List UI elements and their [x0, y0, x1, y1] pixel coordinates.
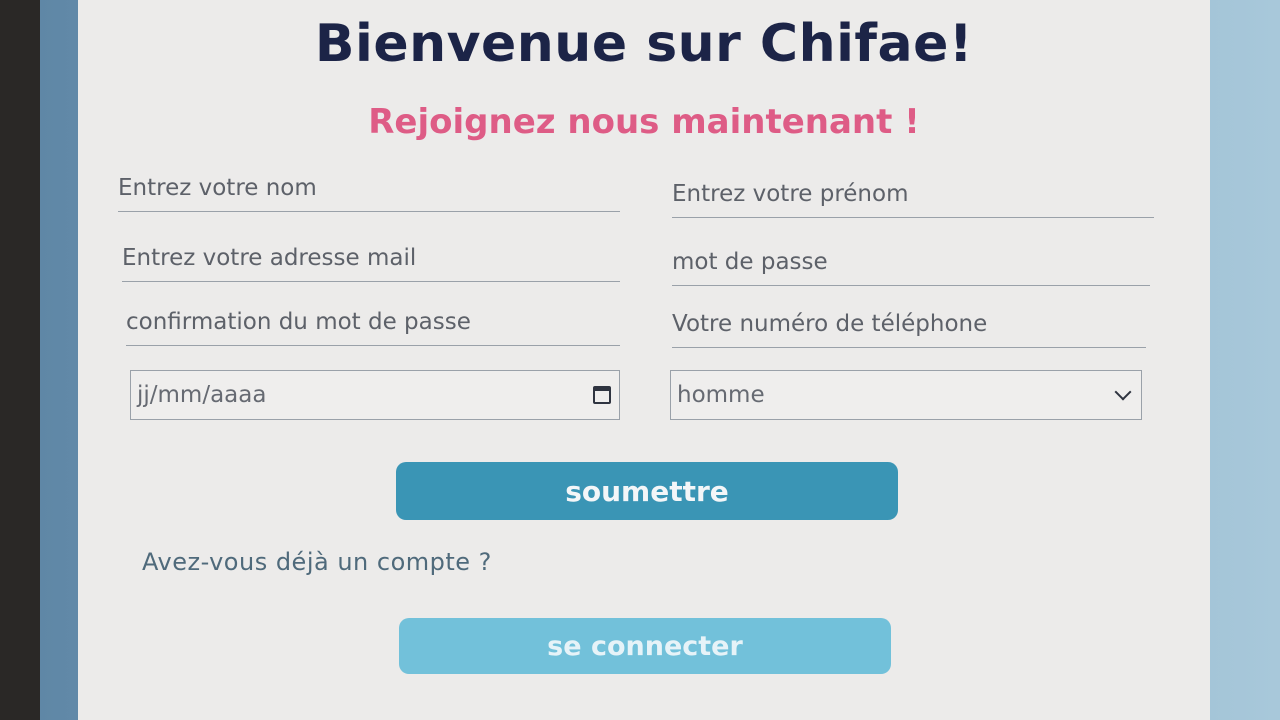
calendar-icon[interactable] [593, 386, 611, 404]
gender-select[interactable]: homme [670, 370, 1142, 420]
login-button[interactable]: se connecter [399, 618, 891, 674]
email-field[interactable] [122, 240, 620, 282]
password-field[interactable] [672, 244, 1150, 286]
gender-selected-value: homme [677, 382, 765, 408]
chevron-down-icon[interactable] [1114, 383, 1132, 401]
password-confirm-field[interactable] [126, 304, 620, 346]
signup-card: Bienvenue sur Chifae! Rejoignez nous mai… [78, 0, 1210, 720]
phone-field[interactable] [672, 306, 1146, 348]
birthdate-input[interactable]: jj/mm/aaaa [130, 370, 620, 420]
page-title: Bienvenue sur Chifae! [314, 14, 974, 74]
last-name-field[interactable] [118, 170, 620, 212]
submit-button[interactable]: soumettre [396, 462, 898, 520]
have-account-text: Avez-vous déjà un compte ? [142, 548, 492, 576]
birthdate-placeholder: jj/mm/aaaa [137, 382, 267, 408]
first-name-field[interactable] [672, 176, 1154, 218]
page-subtitle: Rejoignez nous maintenant ! [368, 102, 920, 142]
